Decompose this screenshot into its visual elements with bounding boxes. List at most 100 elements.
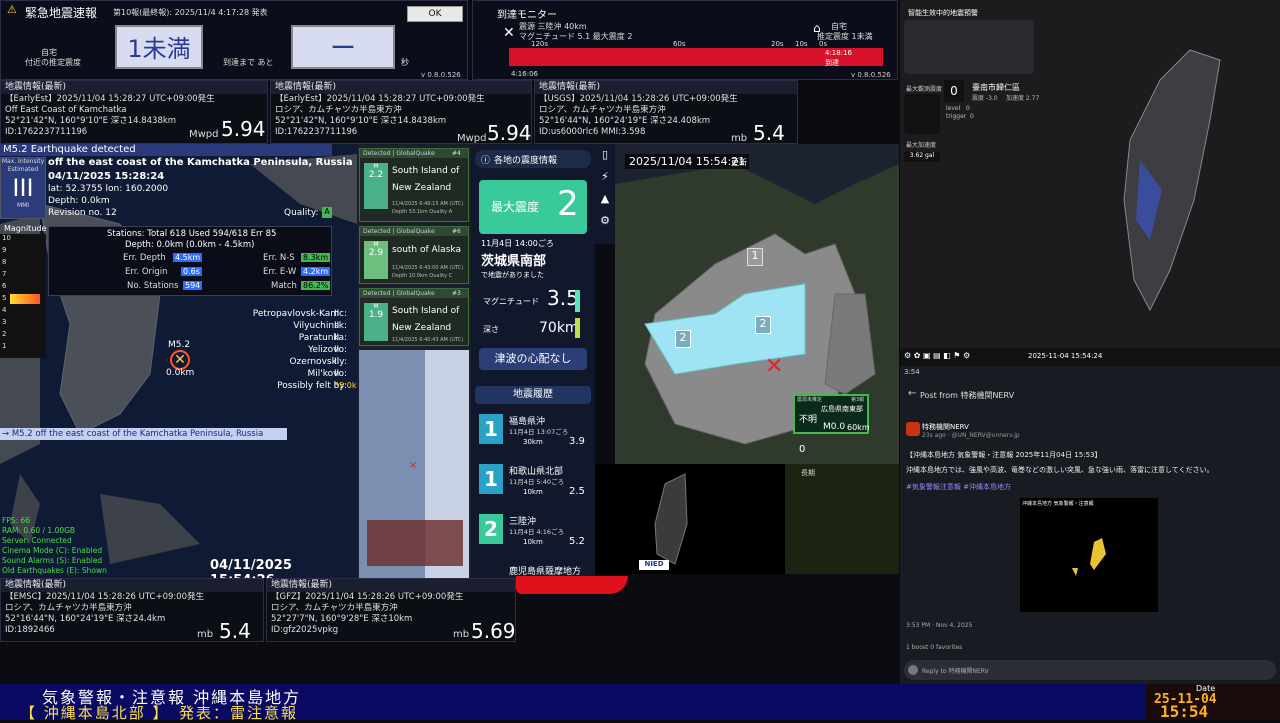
- ok-button[interactable]: OK: [407, 6, 463, 22]
- warning-icon[interactable]: ▲: [595, 188, 615, 210]
- region-2b: 2: [675, 330, 691, 348]
- quake-latlon: lat: 52.3755 lon: 160.2000: [48, 184, 169, 194]
- left-count: 0: [799, 444, 806, 455]
- sub-num: 第3報: [851, 397, 865, 403]
- err-origin-value: 0.6s: [181, 267, 202, 276]
- city-value: 55.0k: [334, 381, 357, 390]
- gq-card[interactable]: Detected | GlobalQuake #3 M 1.9 South Is…: [359, 288, 469, 346]
- quake-ticker: → M5.2 off the east coast of the Kamchat…: [0, 428, 287, 440]
- tw-level-val: 0: [966, 105, 970, 112]
- gq-card-sub2: Depth 10.0km Quality C: [392, 273, 453, 279]
- monitor-version: v 0.8.0.526: [851, 71, 891, 79]
- mag-value: 5.4: [753, 121, 785, 145]
- status-sound: Sound Alarms (S): Enabled: [2, 556, 103, 565]
- hist-time: 11月4日 5:40ごろ: [509, 478, 565, 486]
- post-date: 3:53 PM · Nov 4, 2025: [906, 622, 973, 629]
- jp-depth-value: 70km: [539, 320, 579, 336]
- post-time: 3:54: [904, 368, 920, 376]
- left-count-label: 長期: [801, 469, 815, 477]
- mi-value: III: [12, 174, 34, 202]
- post-tags[interactable]: #気象警報注意報 #沖縄本島地方: [906, 482, 1011, 492]
- info-icon[interactable]: ▯: [595, 144, 615, 166]
- tw-title: 智能生效中的地震預警: [908, 9, 978, 17]
- info-line: 【EMSC】2025/11/04 15:28:26 UTC+09:00発生: [5, 592, 205, 602]
- tw-toolbar-icons[interactable]: ⚙ ✿ ▣ ▤ ◧ ⚑ ⚙: [904, 351, 970, 360]
- status-list: FPS: 66 RAM: 0.60 / 1.00GB Server: Conne…: [2, 516, 107, 576]
- jp-history-title: 地震履歴: [475, 386, 591, 404]
- wave-icon[interactable]: ⚡: [595, 166, 615, 188]
- gq-clock: 04/11/2025 15:54:26: [210, 558, 292, 578]
- mag-value: 5.69: [471, 619, 516, 643]
- reply-placeholder: Reply to 特務機関NERV: [922, 668, 989, 675]
- marker-mag: M5.2: [168, 340, 191, 350]
- sub-unknown: 不明: [799, 415, 818, 425]
- err-ew-label: Err. E-W: [263, 267, 297, 277]
- tw-max-accel: 最大加速度: [906, 142, 937, 149]
- mag-type: Mwpd: [189, 129, 219, 140]
- arrival-label: 到達まで あと: [223, 58, 274, 67]
- hist-item[interactable]: 1 和歌山県北部 11月4日 5:40ごろ 10km 2.5: [479, 462, 589, 502]
- stations-text: Stations: Total 618 Used 594/618 Err 85: [107, 229, 277, 239]
- scale-tick: 5: [2, 294, 7, 302]
- jp-info-title: ⓘ 各地の震度情報: [475, 150, 591, 168]
- gq-card[interactable]: Detected | GlobalQuake #6 M 2.9 south of…: [359, 226, 469, 284]
- gq-mag-value: 1.9: [368, 310, 384, 320]
- back-arrow-icon[interactable]: ←: [908, 388, 916, 399]
- tick-120: 120s: [531, 40, 549, 48]
- japan-map[interactable]: 2025/11/04 15:54:21 更新 ✕ 震源未推定 第3報 広島県南東…: [615, 144, 899, 464]
- hist-depth: 30km: [523, 438, 543, 446]
- gear-icon[interactable]: ⚙: [595, 210, 615, 232]
- clock-time: 15:54: [1160, 702, 1209, 721]
- mi-label: Max. Intensity Estimated: [1, 158, 45, 173]
- tw-bottom-bar: ⚙ ✿ ▣ ▤ ◧ ⚑ ⚙ 2025-11-04 15:54:24: [900, 348, 1280, 366]
- jp-max-value: 2: [557, 184, 579, 224]
- stations-box: Stations: Total 618 Used 594/618 Err 85 …: [48, 226, 332, 296]
- quake-banner: M5.2 Earthquake detected: [0, 144, 332, 156]
- magnitude-bar: [10, 294, 40, 304]
- hist-depth: 10km: [523, 538, 543, 546]
- gq-card-sub: 11/4/2025 6:49:15 AM (UTC): [392, 201, 464, 207]
- globalquake-map[interactable]: M5.2 Earthquake detected Max. Intensity …: [0, 144, 357, 578]
- mag-type: mb: [453, 629, 470, 640]
- gq-card[interactable]: Detected | GlobalQuake #4 M 2.2 South Is…: [359, 148, 469, 222]
- radar-map: 長期: [785, 464, 899, 574]
- info-line: ロシア、カムチャツカ半島東方沖: [539, 105, 666, 115]
- magnitude-label: Magnitude: [4, 224, 47, 233]
- monitor-time-end: 4:18:16: [825, 49, 852, 57]
- reply-box[interactable]: Reply to 特務機関NERV: [904, 660, 1276, 680]
- scale-tick: 6: [2, 282, 7, 290]
- intensity-box: 1未満: [115, 25, 203, 69]
- nst-label: No. Stations: [127, 281, 179, 291]
- hist-item[interactable]: 1 福島県沖 11月4日 13:07ごろ 30km 3.9: [479, 412, 589, 452]
- quake-title: off the east coast of the Kamchatka Peni…: [48, 157, 353, 168]
- scale-tick: 8: [2, 258, 7, 266]
- quake-rev: Revision no. 12: [48, 208, 117, 218]
- city-value: II: [334, 357, 340, 367]
- err-depth-label: Err. Depth: [123, 253, 166, 263]
- hist-mag: 2.5: [569, 486, 585, 497]
- sec-label: 秒: [401, 58, 409, 67]
- hist-item[interactable]: 2 三陸沖 11月4日 4:16ごろ 10km 5.2: [479, 512, 589, 552]
- err-ew-value: 4.2km: [301, 267, 331, 276]
- post-back[interactable]: Post from 特務機関NERV: [920, 390, 1014, 401]
- gq-card-mag: M 1.9: [364, 303, 388, 341]
- scale-tick: 4: [2, 306, 7, 314]
- info-header: 地震情報(最新): [1, 81, 267, 94]
- monitor-title: 到達モニター: [497, 10, 557, 21]
- avatar: [906, 422, 920, 436]
- map-toolbar: ▯ ⚡ ▲ ⚙: [595, 144, 615, 244]
- quality-value: A: [322, 207, 332, 218]
- city-value: II: [334, 333, 340, 343]
- city-values: II II II II II II 55.0k: [334, 308, 357, 392]
- gq-card-sub2: Depth 53.1km Quality A: [392, 209, 453, 215]
- sub-mag: M0.0: [823, 422, 846, 432]
- jp-desc: で地震がありました: [481, 271, 544, 279]
- city-value: II: [334, 321, 340, 331]
- info-header: 地震情報(最新): [1, 579, 263, 592]
- city-value: II: [334, 345, 340, 355]
- gq-card-mag: M 2.2: [364, 163, 388, 209]
- post-image[interactable]: 沖縄本島地方 気象警報・注意報: [1020, 498, 1158, 612]
- magnitude-scale: 10 9 8 7 6 5 4 3 2 1: [0, 234, 46, 358]
- hist-mag: 5.2: [569, 536, 585, 547]
- arrival-monitor: 到達モニター ✕ 震源 三陸沖 40km マグニチュード 5.1 最大震度 2 …: [472, 0, 898, 80]
